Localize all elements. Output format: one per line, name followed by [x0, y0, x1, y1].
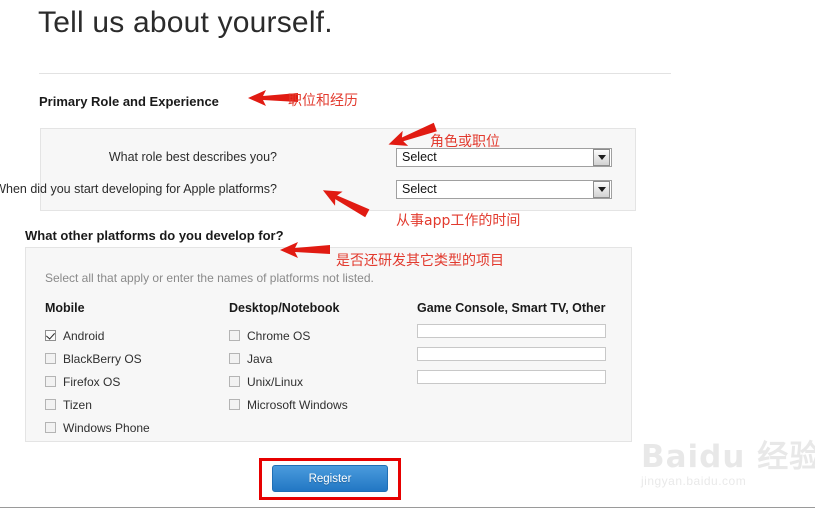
checkbox-row-unix-linux[interactable]: Unix/Linux: [229, 370, 414, 393]
annotation-note-1: 职位和经历: [288, 93, 358, 109]
checkbox-label-unix-linux: Unix/Linux: [247, 374, 304, 389]
platforms-hint: Select all that apply or enter the names…: [45, 271, 374, 285]
checkbox-chrome-os[interactable]: [229, 330, 240, 341]
watermark-main-text: Baidu 经验: [641, 439, 815, 475]
checkbox-label-blackberry-os: BlackBerry OS: [63, 351, 142, 366]
annotation-note-2: 角色或职位: [430, 134, 500, 150]
checkbox-label-windows-phone: Windows Phone: [63, 420, 150, 435]
chevron-down-icon[interactable]: [593, 149, 610, 166]
checkbox-windows-phone[interactable]: [45, 422, 56, 433]
checkbox-unix-linux[interactable]: [229, 376, 240, 387]
checkbox-row-microsoft-windows[interactable]: Microsoft Windows: [229, 393, 414, 416]
chevron-down-icon[interactable]: [593, 181, 610, 198]
annotation-arrow-4: [280, 242, 330, 258]
other-platform-input-3[interactable]: [417, 370, 606, 384]
column-game-console-smart-tv-other: Game Console, Smart TV, Other: [417, 301, 617, 393]
header-divider: [39, 73, 671, 74]
other-platform-input-1[interactable]: [417, 324, 606, 338]
start-date-question-label: When did you start developing for Apple …: [0, 182, 277, 196]
checkbox-row-android[interactable]: Android: [45, 324, 230, 347]
checkbox-blackberry-os[interactable]: [45, 353, 56, 364]
checkbox-microsoft-windows[interactable]: [229, 399, 240, 410]
registration-page: Tell us about yourself. Primary Role and…: [0, 0, 815, 516]
page-title: Tell us about yourself.: [38, 6, 333, 39]
checkbox-row-blackberry-os[interactable]: BlackBerry OS: [45, 347, 230, 370]
other-platform-input-2[interactable]: [417, 347, 606, 361]
column-title-mobile: Mobile: [45, 301, 85, 315]
checkbox-firefox-os[interactable]: [45, 376, 56, 387]
checkbox-android[interactable]: [45, 330, 56, 341]
column-title-game-console-smart-tv-other: Game Console, Smart TV, Other: [417, 301, 606, 315]
column-desktop-notebook: Desktop/Notebook Chrome OS Java Unix/Lin…: [229, 301, 414, 416]
other-platforms-heading: What other platforms do you develop for?: [25, 228, 284, 243]
baidu-watermark: Baidu 经验 jingyan.baidu.com: [641, 439, 815, 502]
start-date-select-value: Select: [402, 182, 437, 196]
primary-role-heading: Primary Role and Experience: [39, 94, 219, 109]
role-select[interactable]: Select: [396, 148, 612, 167]
role-select-value: Select: [402, 150, 437, 164]
checkbox-row-firefox-os[interactable]: Firefox OS: [45, 370, 230, 393]
checkbox-java[interactable]: [229, 353, 240, 364]
role-question-label: What role best describes you?: [108, 150, 277, 164]
annotation-note-3: 从事app工作的时间: [396, 213, 521, 229]
checkbox-tizen[interactable]: [45, 399, 56, 410]
checkbox-row-java[interactable]: Java: [229, 347, 414, 370]
footer-divider: [0, 507, 815, 508]
checkbox-row-windows-phone[interactable]: Windows Phone: [45, 416, 230, 439]
checkbox-label-chrome-os: Chrome OS: [247, 328, 311, 343]
checkbox-label-tizen: Tizen: [63, 397, 92, 412]
checkbox-row-chrome-os[interactable]: Chrome OS: [229, 324, 414, 347]
checkbox-row-tizen[interactable]: Tizen: [45, 393, 230, 416]
start-date-select[interactable]: Select: [396, 180, 612, 199]
register-button[interactable]: Register: [272, 465, 388, 492]
checkbox-label-firefox-os: Firefox OS: [63, 374, 121, 389]
checkbox-label-java: Java: [247, 351, 273, 366]
column-mobile: Mobile Android BlackBerry OS Firefox OS …: [45, 301, 230, 439]
watermark-sub-text: jingyan.baidu.com: [641, 474, 747, 488]
column-title-desktop-notebook: Desktop/Notebook: [229, 301, 340, 315]
field-row-role: What role best describes you? Select: [41, 148, 637, 167]
checkbox-label-microsoft-windows: Microsoft Windows: [247, 397, 348, 412]
platforms-panel: Select all that apply or enter the names…: [25, 247, 632, 442]
checkbox-label-android: Android: [63, 328, 105, 343]
annotation-note-4: 是否还研发其它类型的项目: [336, 253, 504, 269]
